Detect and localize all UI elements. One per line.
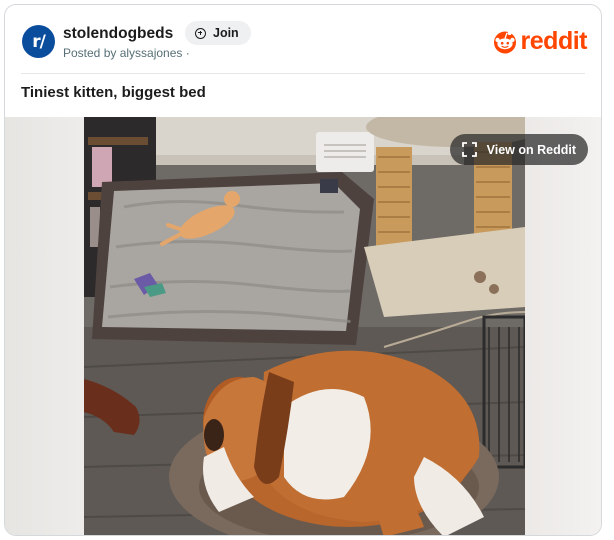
view-on-reddit-label: View on Reddit <box>486 142 576 157</box>
post-header: r/ stolendogbeds Join Posted by alyssajo… <box>5 5 601 75</box>
post-title[interactable]: Tiniest kitten, biggest bed <box>21 84 206 101</box>
post-image[interactable] <box>84 117 525 536</box>
join-button[interactable]: Join <box>185 21 251 45</box>
posted-by: Posted by alyssajones · <box>63 46 190 60</box>
header-divider <box>21 73 585 74</box>
post-media[interactable]: View on Reddit <box>5 117 601 536</box>
snoo-icon <box>493 31 516 54</box>
expand-icon <box>461 142 477 157</box>
avatar-text: r/ <box>32 31 46 52</box>
view-on-reddit-button[interactable]: View on Reddit <box>449 134 588 165</box>
reddit-logo[interactable]: reddit <box>492 26 588 55</box>
subreddit-name[interactable]: stolendogbeds <box>63 25 173 43</box>
reddit-wordmark: reddit <box>520 26 588 55</box>
embed-card: r/ stolendogbeds Join Posted by alyssajo… <box>4 4 602 536</box>
media-backdrop <box>525 117 601 535</box>
join-label: Join <box>213 26 239 40</box>
subreddit-avatar[interactable]: r/ <box>22 25 55 58</box>
plus-circle-icon <box>195 27 206 39</box>
